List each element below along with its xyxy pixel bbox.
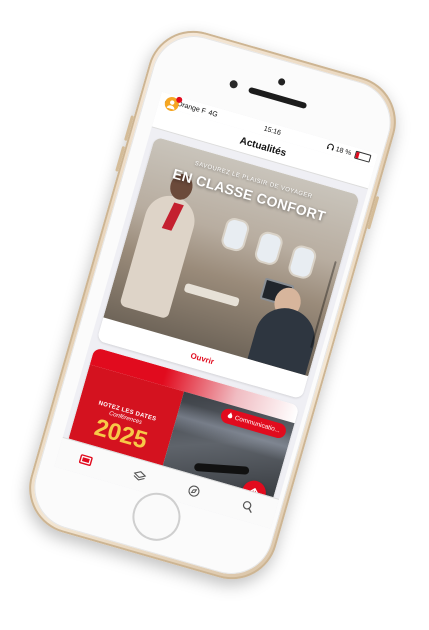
battery-icon [353, 150, 372, 163]
battery-percent: 18 % [334, 145, 353, 157]
tab-explore[interactable] [176, 475, 211, 506]
cabin-window [219, 215, 252, 254]
cabin-window [252, 229, 285, 268]
compass-icon [188, 485, 200, 497]
app-screen: Orange F 4G 15:16 18 % Actualités SAVOUR… [54, 91, 379, 529]
tab-layers[interactable] [122, 460, 157, 491]
earpiece-speaker [247, 86, 308, 110]
sensor-dot [277, 77, 286, 87]
search-icon [242, 501, 252, 514]
network-type: 4G [207, 109, 219, 119]
tab-search[interactable] [230, 491, 265, 522]
status-time: 15:16 [262, 124, 282, 137]
flight-attendant [119, 189, 201, 320]
cabin-window [286, 243, 319, 281]
tab-news[interactable] [68, 444, 103, 475]
flame-icon [226, 411, 234, 421]
meal-tray [183, 282, 240, 307]
front-camera [228, 79, 239, 90]
layers-icon [133, 470, 147, 480]
news-icon [78, 453, 93, 466]
iphone-device: Orange F 4G 15:16 18 % Actualités SAVOUR… [18, 19, 407, 591]
microphone [193, 462, 250, 475]
headphones-icon [326, 142, 335, 153]
